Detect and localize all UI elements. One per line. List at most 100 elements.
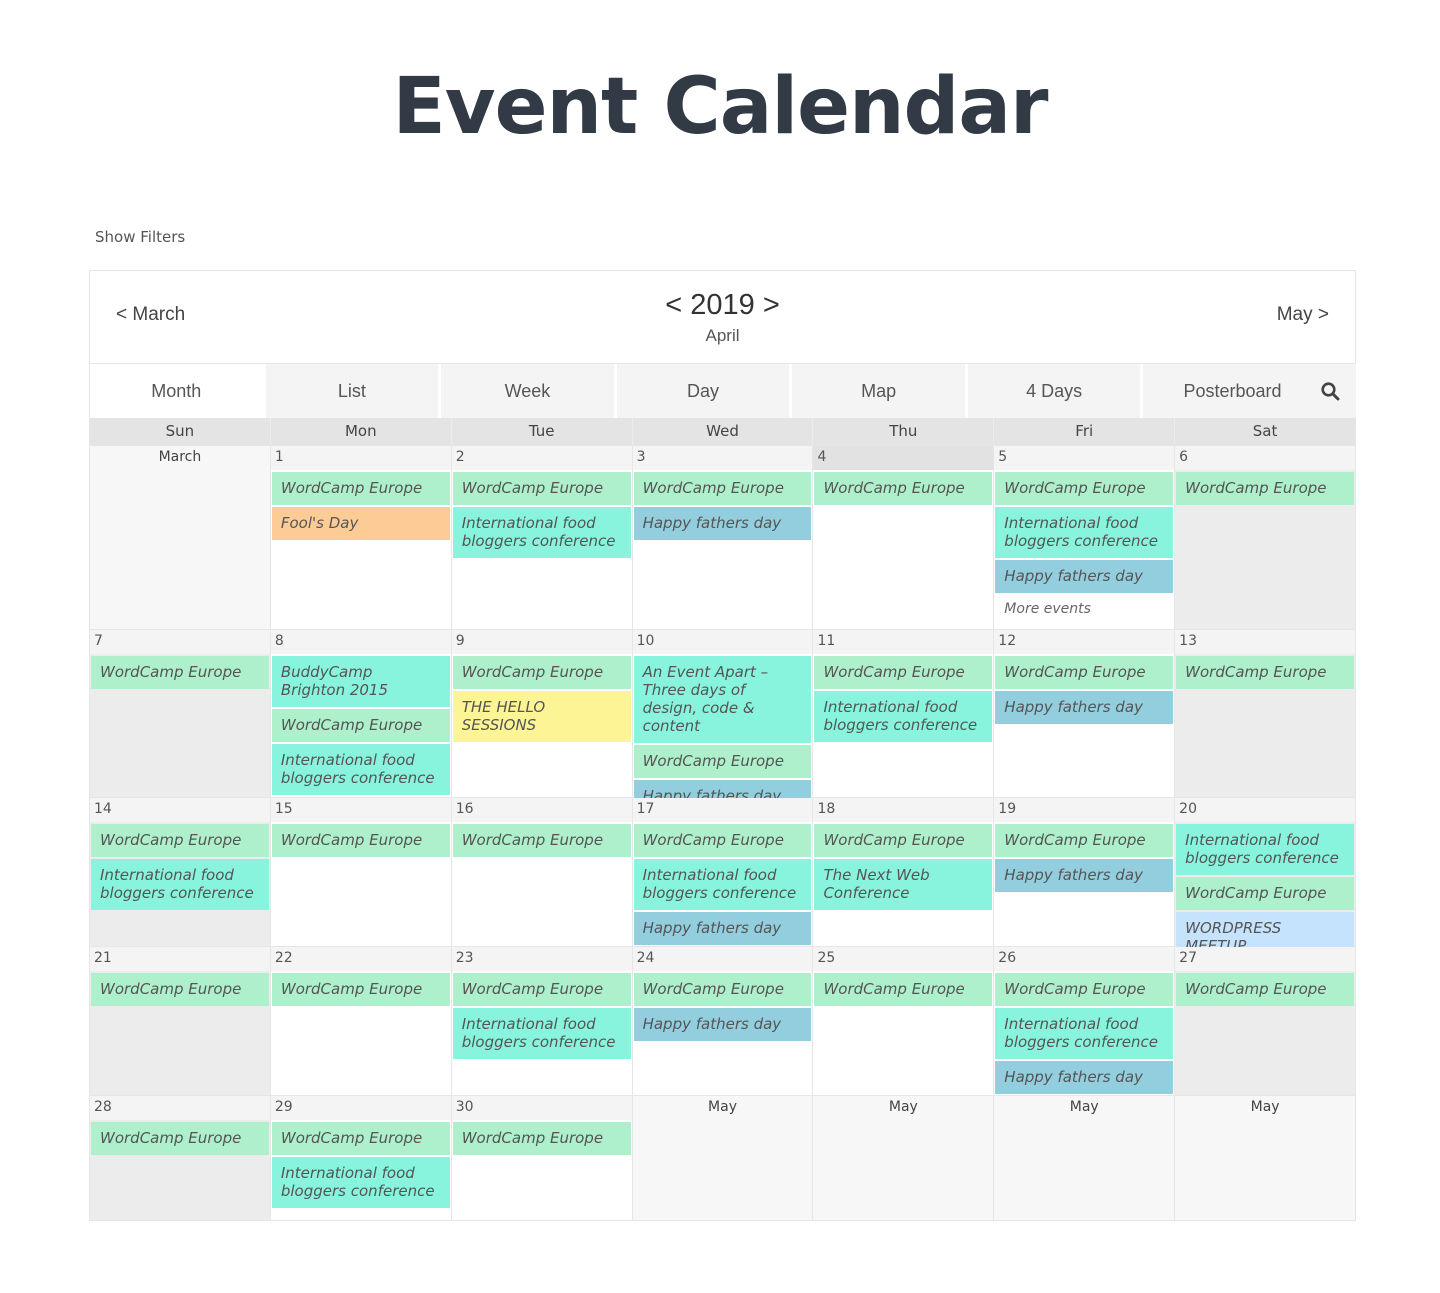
previous-year-button[interactable]: < xyxy=(665,289,682,321)
day-cell[interactable]: 17 WordCamp Europe International food blog… xyxy=(632,798,814,946)
event-wordcamp[interactable]: WordCamp Europe xyxy=(91,824,269,857)
event-wordcamp[interactable]: WordCamp Europe xyxy=(814,824,993,857)
event-conference[interactable]: International food bloggers conference xyxy=(995,507,1174,558)
tab-4-days[interactable]: 4 Days xyxy=(967,364,1144,418)
event-conference[interactable]: An Event Apart – Three days of design, c… xyxy=(633,656,812,743)
day-cell[interactable]: 14 WordCamp Europe International food blog… xyxy=(90,798,271,946)
day-cell[interactable]: 25 WordCamp Europe xyxy=(813,947,995,1095)
event-wordcamp[interactable]: WordCamp Europe xyxy=(1176,656,1355,689)
event-wordcamp[interactable]: WordCamp Europe xyxy=(452,656,631,689)
day-cell[interactable]: 9 WordCamp Europe THE HELLO SESSIONS xyxy=(451,630,633,797)
event-fathers[interactable]: Happy fathers day xyxy=(995,859,1174,892)
day-cell[interactable]: 20 International food bloggers conference… xyxy=(1175,798,1356,963)
event-fathers[interactable]: Happy fathers day xyxy=(633,1008,812,1041)
event-wordcamp[interactable]: WordCamp Europe xyxy=(271,472,450,505)
event-conference[interactable]: International food bloggers conference xyxy=(814,691,993,742)
event-wordcamp[interactable]: WordCamp Europe xyxy=(995,472,1174,505)
event-fathers[interactable]: Happy fathers day xyxy=(995,691,1174,724)
event-conference[interactable]: International food bloggers conference xyxy=(633,859,812,910)
event-wordcamp[interactable]: WordCamp Europe xyxy=(633,824,812,857)
event-wordcamp[interactable]: WordCamp Europe xyxy=(995,824,1174,857)
event-wordcamp[interactable]: WordCamp Europe xyxy=(1176,973,1355,1006)
event-conference[interactable]: International food bloggers conference xyxy=(271,1157,450,1208)
event-conference[interactable]: International food bloggers conference xyxy=(91,859,269,910)
event-conference[interactable]: BuddyCamp Brighton 2015 xyxy=(271,656,450,707)
day-cell[interactable]: May xyxy=(1175,1096,1356,1220)
day-cell[interactable]: 24 WordCamp Europe Happy fathers day xyxy=(632,947,814,1095)
event-conference[interactable]: International food bloggers conference xyxy=(995,1008,1174,1059)
day-cell[interactable]: 4 WordCamp Europe xyxy=(813,446,995,629)
event-wordcamp[interactable]: WordCamp Europe xyxy=(271,973,450,1006)
event-wordcamp[interactable]: WordCamp Europe xyxy=(452,824,631,857)
event-wordcamp[interactable]: WordCamp Europe xyxy=(814,656,993,689)
event-fathers[interactable]: Happy fathers day xyxy=(995,560,1174,593)
day-cell[interactable]: May xyxy=(994,1096,1176,1220)
event-wordcamp[interactable]: WordCamp Europe xyxy=(271,824,450,857)
event-fools[interactable]: Fool's Day xyxy=(271,507,450,540)
event-wordcamp[interactable]: WordCamp Europe xyxy=(995,973,1174,1006)
day-cell[interactable]: 11 WordCamp Europe International food blog… xyxy=(813,630,995,797)
event-wordcamp[interactable]: WordCamp Europe xyxy=(91,656,269,689)
event-conference[interactable]: International food bloggers conference xyxy=(452,507,631,558)
event-conference[interactable]: International food bloggers conference xyxy=(452,1008,631,1059)
day-cell[interactable]: 10 An Event Apart – Three days of design,… xyxy=(632,630,814,813)
event-fathers[interactable]: Happy fathers day xyxy=(633,912,812,945)
event-conference[interactable]: The Next Web Conference xyxy=(814,859,993,910)
day-cell[interactable]: 23 WordCamp Europe International food blog… xyxy=(451,947,633,1095)
day-cell[interactable]: 16 WordCamp Europe xyxy=(451,798,633,946)
event-wordcamp[interactable]: WordCamp Europe xyxy=(452,973,631,1006)
event-conference[interactable]: International food bloggers conference xyxy=(1176,824,1355,875)
day-cell[interactable]: 13 WordCamp Europe xyxy=(1175,630,1356,797)
tab-posterboard[interactable]: Posterboard xyxy=(1143,364,1357,418)
event-wordcamp[interactable]: WordCamp Europe xyxy=(452,1122,631,1155)
day-cell[interactable]: 27 WordCamp Europe xyxy=(1175,947,1356,1095)
tab-day[interactable]: Day xyxy=(616,364,793,418)
day-cell[interactable]: 8 BuddyCamp Brighton 2015 WordCamp Europe I… xyxy=(270,630,452,797)
show-filters-link[interactable]: Show Filters xyxy=(95,228,185,246)
next-month-link[interactable]: May > xyxy=(1277,304,1329,326)
day-cell[interactable]: March xyxy=(90,446,271,629)
event-wordcamp[interactable]: WordCamp Europe xyxy=(91,1122,269,1155)
day-cell[interactable]: 19 WordCamp Europe Happy fathers day xyxy=(994,798,1176,946)
day-cell[interactable]: 21 WordCamp Europe xyxy=(90,947,271,1095)
event-wordcamp[interactable]: WordCamp Europe xyxy=(1176,472,1355,505)
tab-list[interactable]: List xyxy=(265,364,442,418)
event-wordcamp[interactable]: WordCamp Europe xyxy=(452,472,631,505)
event-wordcamp[interactable]: WordCamp Europe xyxy=(633,745,812,778)
event-fathers[interactable]: Happy fathers day xyxy=(995,1061,1174,1094)
day-cell[interactable]: 26 WordCamp Europe International food blog… xyxy=(994,947,1176,1095)
tab-map[interactable]: Map xyxy=(792,364,968,418)
day-cell[interactable]: 12 WordCamp Europe Happy fathers day xyxy=(994,630,1176,797)
day-cell[interactable]: 30 WordCamp Europe xyxy=(451,1096,633,1220)
event-wordcamp[interactable]: WordCamp Europe xyxy=(633,973,812,1006)
event-wordcamp[interactable]: WordCamp Europe xyxy=(271,709,450,742)
next-year-button[interactable]: > xyxy=(763,289,780,321)
event-wordcamp[interactable]: WordCamp Europe xyxy=(995,656,1174,689)
more-events-link[interactable]: More events xyxy=(995,595,1173,623)
search-icon[interactable] xyxy=(1320,381,1340,401)
event-wordcamp[interactable]: WordCamp Europe xyxy=(633,472,812,505)
tab-week[interactable]: Week xyxy=(441,364,617,418)
event-wordcamp[interactable]: WordCamp Europe xyxy=(1176,877,1355,910)
day-cell[interactable]: 2 WordCamp Europe International food blogg… xyxy=(451,446,633,629)
day-cell[interactable]: 6 WordCamp Europe xyxy=(1175,446,1356,629)
day-cell[interactable]: 5 WordCamp Europe International food blogg… xyxy=(994,446,1176,629)
day-cell[interactable]: 29 WordCamp Europe International food blog… xyxy=(270,1096,452,1220)
day-cell[interactable]: 18 WordCamp Europe The Next Web Conference xyxy=(813,798,995,946)
event-wordcamp[interactable]: WordCamp Europe xyxy=(814,472,993,505)
day-cell[interactable]: 3 WordCamp Europe Happy fathers day xyxy=(632,446,814,629)
event-wordcamp[interactable]: WordCamp Europe xyxy=(271,1122,450,1155)
day-cell[interactable]: 22 WordCamp Europe xyxy=(270,947,452,1095)
event-hello[interactable]: THE HELLO SESSIONS xyxy=(452,691,631,742)
day-cell[interactable]: 7 WordCamp Europe xyxy=(90,630,271,797)
event-wordcamp[interactable]: WordCamp Europe xyxy=(814,973,993,1006)
tab-month[interactable]: Month xyxy=(90,364,266,418)
event-wordcamp[interactable]: WordCamp Europe xyxy=(91,973,269,1006)
event-conference[interactable]: International food bloggers conference xyxy=(271,744,450,795)
day-cell[interactable]: 15 WordCamp Europe xyxy=(270,798,452,946)
day-cell[interactable]: May xyxy=(632,1096,814,1220)
day-cell[interactable]: May xyxy=(813,1096,995,1220)
event-fathers[interactable]: Happy fathers day xyxy=(633,507,812,540)
day-cell[interactable]: 1 WordCamp Europe Fool's Day xyxy=(270,446,452,629)
day-cell[interactable]: 28 WordCamp Europe xyxy=(90,1096,271,1220)
